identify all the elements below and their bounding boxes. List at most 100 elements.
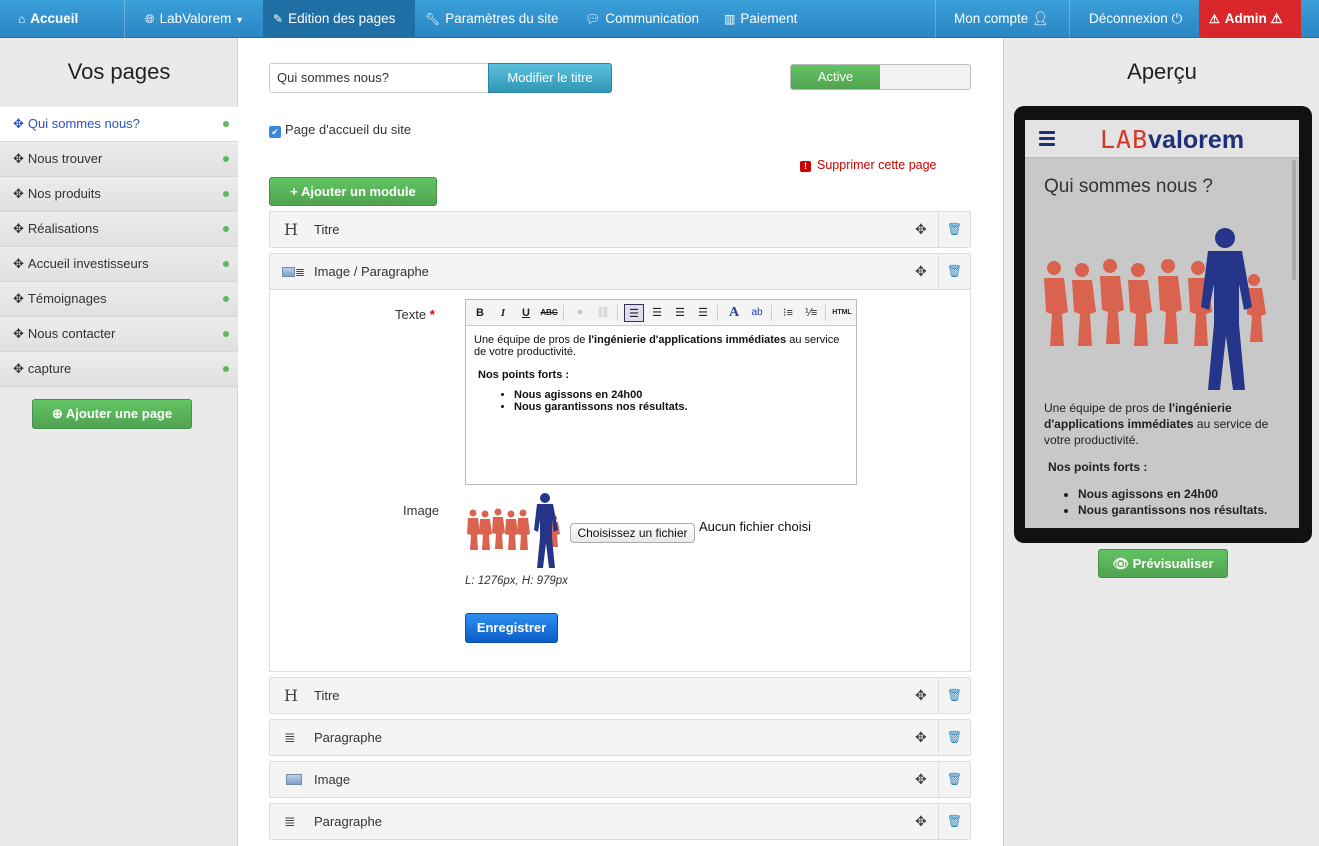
trash-icon[interactable]: 🗑︎ [938,720,970,755]
move-icon[interactable]: ✥ [13,291,24,306]
page-item[interactable]: ✥ Nos produits [0,177,238,212]
module-row[interactable]: ≣ Paragraphe ✥ 🗑︎ [269,803,971,840]
active-toggle[interactable]: Active [790,64,971,90]
page-item[interactable]: ✥ Accueil investisseurs [0,247,238,282]
trash-icon[interactable]: 🗑︎ [938,678,970,713]
underline-button[interactable]: U [516,304,536,322]
plus-icon: + [290,184,298,199]
sidebar-title: Vos pages [67,59,171,84]
module-row[interactable]: ≣ Image / Paragraphe ✥ 🗑︎ [269,253,971,290]
bold-button[interactable]: B [470,304,490,322]
module-row[interactable]: H Titre ✥ 🗑︎ [269,677,971,714]
nav-payment[interactable]: ▥ Paiement [724,0,797,38]
site-dropdown[interactable]: 🌐︎ LabValorem ▼ [145,0,244,38]
admin-menu[interactable]: ⚠ Admin ⚠ [1199,0,1301,38]
page-item[interactable]: ✥ Réalisations [0,212,238,247]
move-icon[interactable]: ✥ [13,361,24,376]
status-dot [223,226,229,232]
unlink-icon[interactable]: ⛓︎ [593,304,613,322]
logout-link[interactable]: Déconnexion ⏻ [1089,0,1182,38]
warning-icon: ⚠ [1209,12,1220,26]
module-row[interactable]: H Titre ✥ 🗑︎ [269,211,971,248]
preview-button[interactable]: 👁︎ Prévisualiser [1098,549,1228,578]
justify-button[interactable]: ☰ [693,304,713,322]
trash-icon[interactable]: 🗑︎ [938,762,970,797]
image-thumbnail [467,493,560,568]
preview-scrollbar[interactable] [1292,160,1296,280]
hamburger-menu-icon[interactable] [1039,131,1055,149]
user-icon: 👤︎ [1032,11,1050,26]
status-dot [223,121,229,127]
page-title-input[interactable]: Qui sommes nous? [269,63,489,93]
move-icon[interactable]: ✥ [13,151,24,166]
link-icon[interactable]: ⚭ [570,304,590,322]
html-button[interactable]: HTML [832,304,852,322]
status-dot [223,331,229,337]
move-icon[interactable]: ✥ [915,804,927,839]
delete-page-link[interactable]: ! Supprimer cette page [800,158,937,172]
page-item[interactable]: ✥ capture [0,352,238,387]
page-item[interactable]: ✥ Nous trouver [0,142,238,177]
page-list: ✥ Qui sommes nous? ✥ Nous trouver ✥ Nos pro… [0,107,238,387]
move-icon[interactable]: ✥ [915,254,927,289]
move-icon[interactable]: ✥ [915,212,927,247]
module-row[interactable]: ≣ Paragraphe ✥ 🗑︎ [269,719,971,756]
move-icon[interactable]: ✥ [13,221,24,236]
align-center-button[interactable]: ☰ [647,304,667,322]
save-button[interactable]: Enregistrer [465,613,558,643]
editor-content[interactable]: Une équipe de pros de l'ingénierie d'app… [466,326,856,421]
toggle-on-label: Active [791,65,880,89]
tablet-frame: LABvalorem Qui sommes nous ? Une équipe … [1014,106,1312,543]
page-item[interactable]: ✥ Témoignages [0,282,238,317]
numbered-list-button[interactable]: ⅟≡ [801,304,821,322]
module-row[interactable]: Image ✥ 🗑︎ [269,761,971,798]
move-icon[interactable]: ✥ [915,678,927,713]
status-dot [223,191,229,197]
page-item[interactable]: ✥ Nous contacter [0,317,238,352]
rich-text-editor[interactable]: B I U ABC ⚭ ⛓︎ ☰ ☰ ☰ ☰ A ab ⁝≡ ⅟≡ HTML U… [465,299,857,485]
barcode-icon: ▥ [724,12,736,26]
italic-button[interactable]: I [493,304,513,322]
preview-screen[interactable]: LABvalorem Qui sommes nous ? Une équipe … [1025,120,1299,528]
trash-icon[interactable]: 🗑︎ [938,212,970,247]
editor-toolbar: B I U ABC ⚭ ⛓︎ ☰ ☰ ☰ ☰ A ab ⁝≡ ⅟≡ HTML [466,300,856,326]
move-icon[interactable]: ✥ [13,326,24,341]
preview-page-title: Qui sommes nous ? [1044,176,1213,197]
align-left-button[interactable]: ☰ [624,304,644,322]
heading-icon: H [284,686,298,705]
preview-title: Aperçu [1127,59,1197,84]
home-link[interactable]: ⌂ Accueil [18,0,78,38]
bullet-list-button[interactable]: ⁝≡ [778,304,798,322]
file-status: Aucun fichier choisi [699,519,811,534]
top-navbar: ⌂ Accueil 🌐︎ LabValorem ▼ ✎ Edition des pag… [0,0,1319,38]
move-icon[interactable]: ✥ [915,720,927,755]
nav-edit-pages[interactable]: ✎ Edition des pages [263,0,415,38]
nav-settings[interactable]: 🔧︎ Paramètres du site [425,0,559,38]
trash-icon[interactable]: 🗑︎ [938,804,970,839]
nav-communication[interactable]: 💬︎ Communication [585,0,699,38]
add-module-button[interactable]: + Ajouter un module [269,177,437,206]
font-color-icon[interactable]: A [724,304,744,322]
move-icon[interactable]: ✥ [13,256,24,271]
page-item[interactable]: ✥ Qui sommes nous? [0,107,238,142]
paragraph-icon: ≣ [284,729,296,745]
caret-down-icon: ▼ [235,15,245,25]
warning-icon: ⚠ [1270,11,1283,26]
heading-icon: H [284,220,298,239]
status-dot [223,366,229,372]
nav-account[interactable]: Mon compte 👤︎ [954,0,1049,38]
move-icon[interactable]: ✥ [13,186,24,201]
align-right-button[interactable]: ☰ [670,304,690,322]
highlight-icon[interactable]: ab [747,304,767,322]
home-icon: ⌂ [18,12,26,26]
add-page-button[interactable]: ⊕ Ajouter une page [32,399,192,429]
trash-icon[interactable]: 🗑︎ [938,254,970,289]
strikethrough-button[interactable]: ABC [539,304,559,322]
page-editor: Qui sommes nous? Modifier le titre Activ… [238,38,1003,846]
rename-button[interactable]: Modifier le titre [488,63,612,93]
move-icon[interactable]: ✥ [13,116,24,131]
choose-file-button[interactable]: Choisissez un fichier [570,523,695,543]
status-dot [223,156,229,162]
move-icon[interactable]: ✥ [915,762,927,797]
homepage-checkbox[interactable]: ✔ Page d'accueil du site [269,122,411,138]
